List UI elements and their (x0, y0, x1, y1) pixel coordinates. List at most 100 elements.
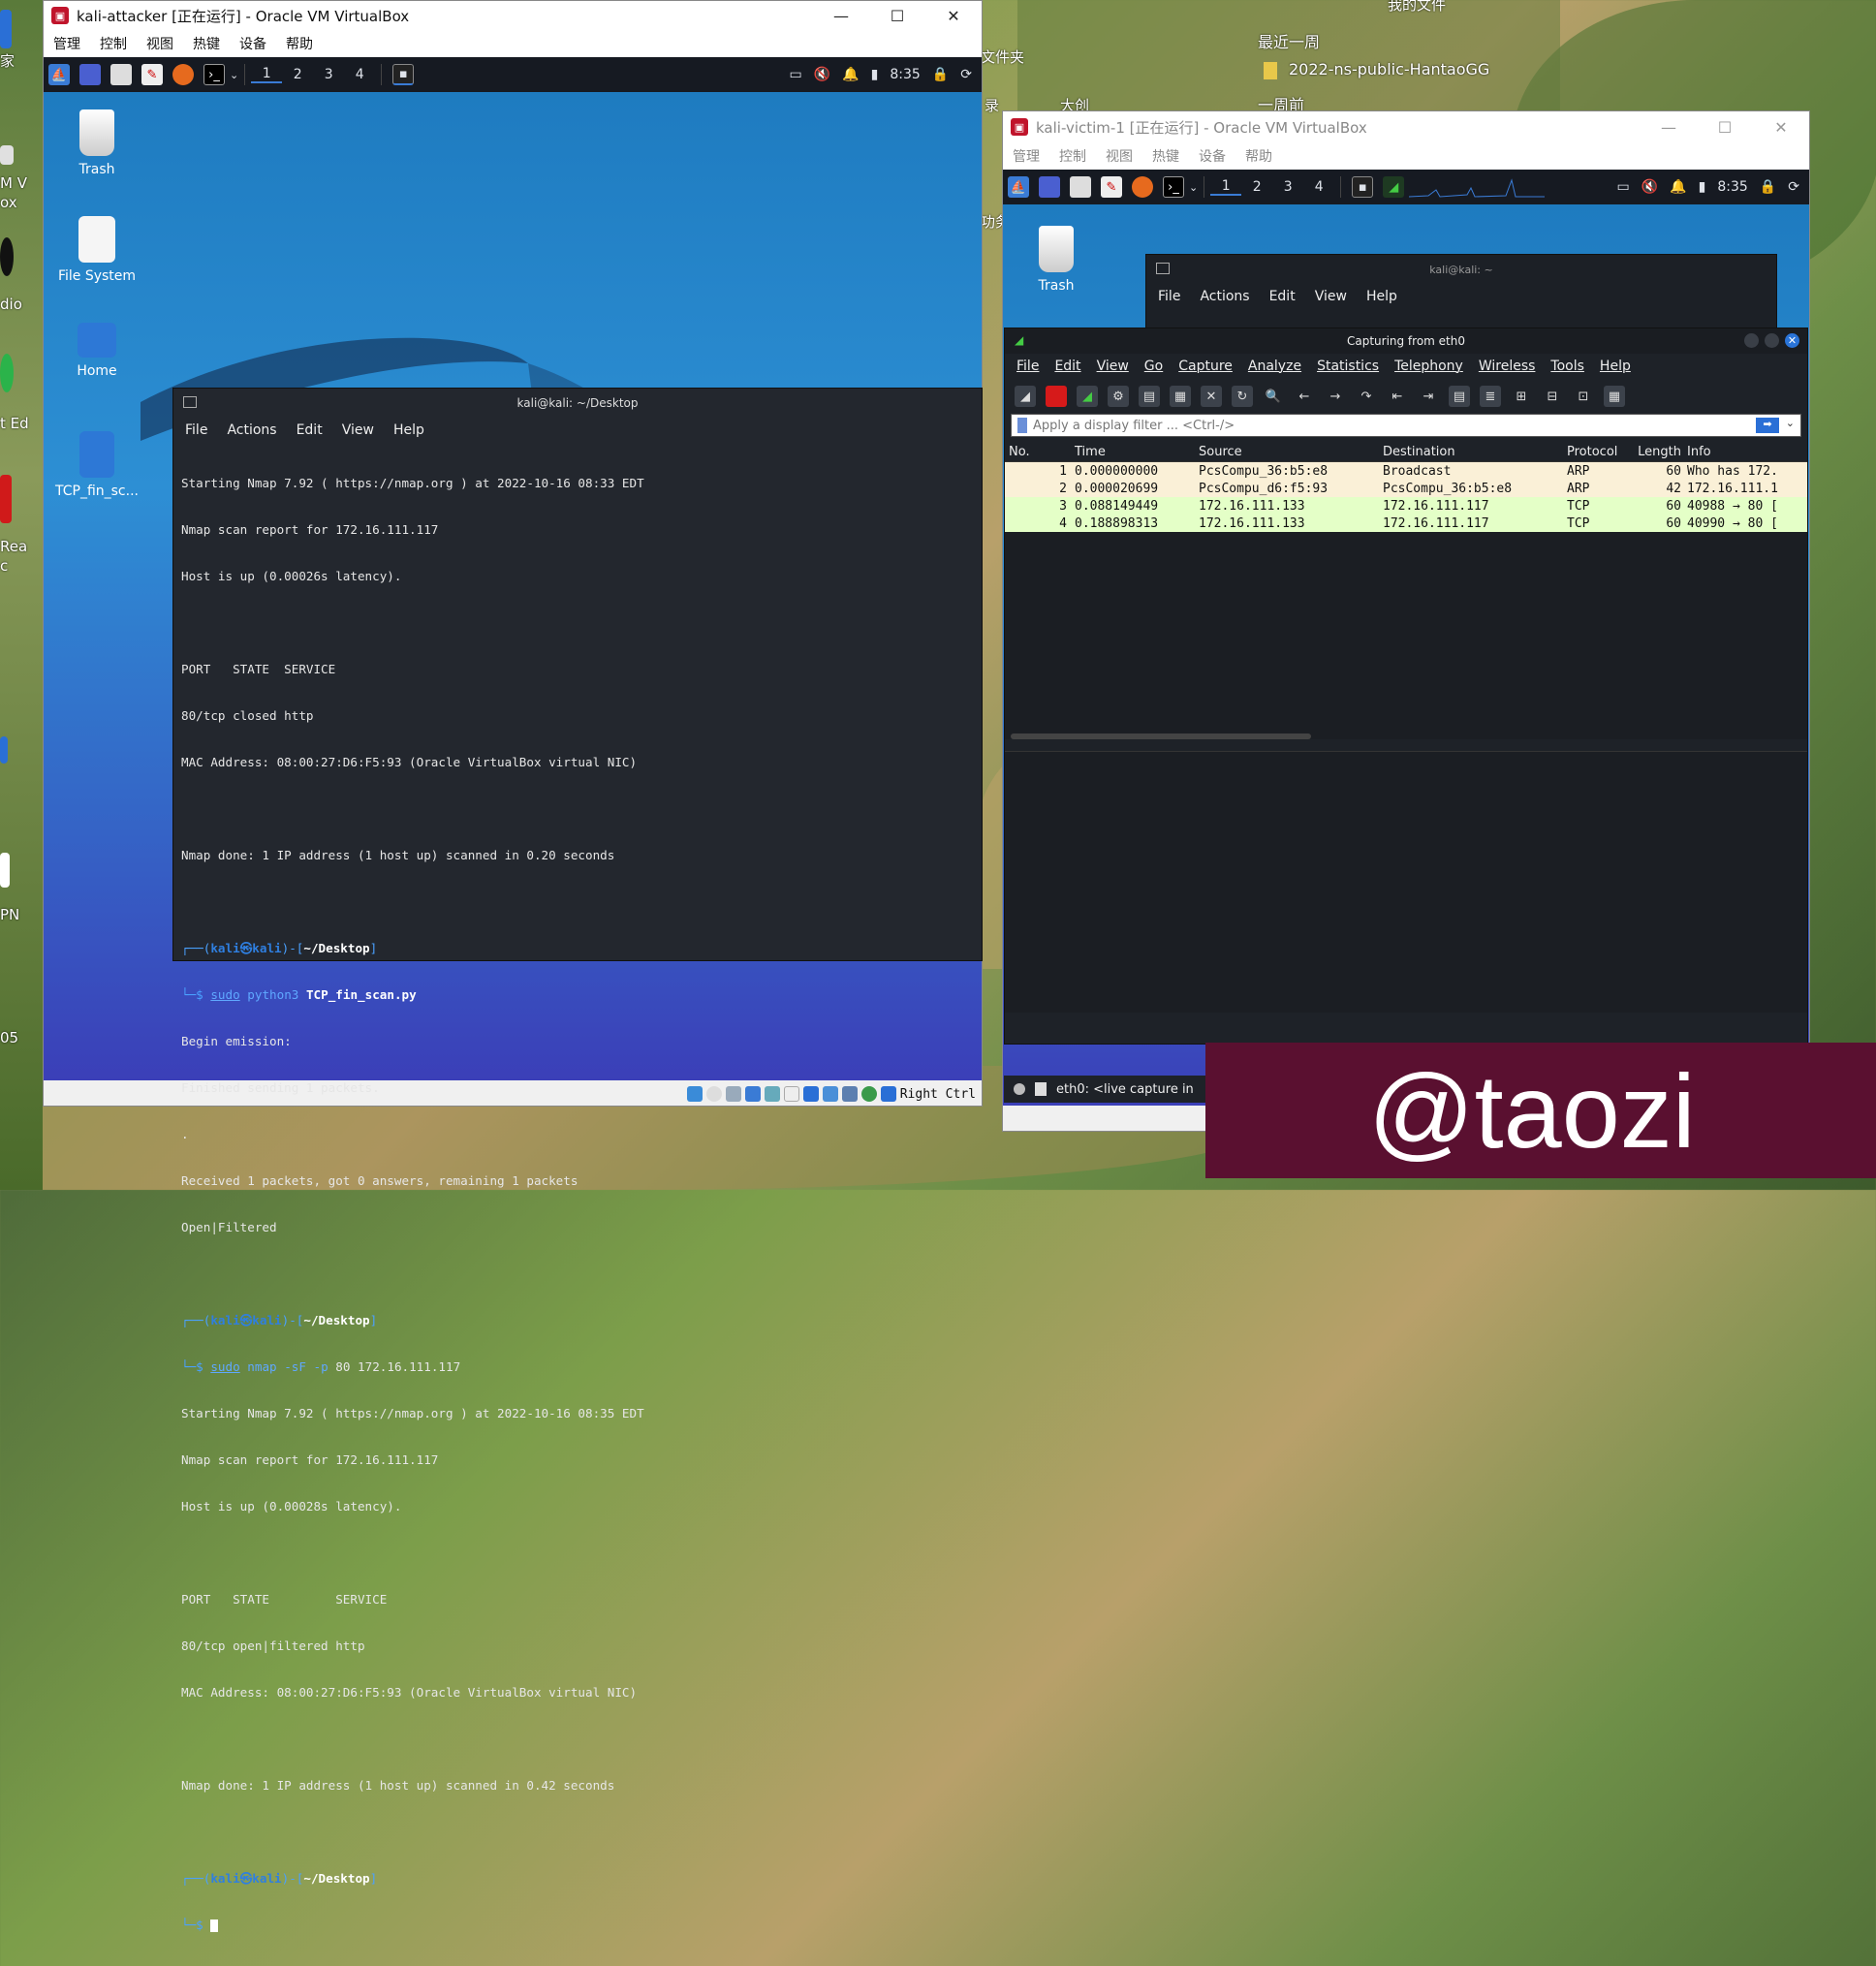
workspace-2[interactable]: 2 (1241, 179, 1272, 195)
packet-row[interactable]: 2 0.000020699 PcsCompu_d6:f5:93 PcsCompu_36… (1005, 480, 1807, 497)
resize-columns-icon[interactable]: ▦ (1604, 386, 1625, 407)
open-file-icon[interactable]: ▤ (1139, 386, 1160, 407)
workspace-3[interactable]: 3 (313, 67, 344, 82)
maximize-button[interactable]: ☐ (869, 7, 925, 25)
packet-list-empty-area[interactable] (1005, 532, 1807, 733)
host-recent-folder[interactable]: 2022-ns-public-HantaoGG (1289, 60, 1489, 78)
last-packet-icon[interactable]: ⇥ (1418, 386, 1439, 407)
packet-details-pane[interactable] (1005, 751, 1807, 1013)
notification-icon[interactable]: 🔔 (842, 67, 859, 82)
column-no[interactable]: No. (1005, 445, 1071, 459)
menu-devices[interactable]: 设备 (239, 34, 266, 53)
capture-comment-icon[interactable] (1035, 1082, 1047, 1096)
notification-icon[interactable]: 🔔 (1670, 179, 1686, 195)
autoscroll-icon[interactable]: ▤ (1449, 386, 1470, 407)
mute-icon[interactable]: 🔇 (1642, 179, 1658, 195)
go-to-packet-icon[interactable]: ↷ (1356, 386, 1377, 407)
command-line[interactable]: └─$ (181, 1918, 974, 1933)
horizontal-scrollbar[interactable] (1011, 733, 1311, 739)
file-manager-icon[interactable] (1070, 176, 1091, 198)
column-length[interactable]: Length (1629, 445, 1681, 459)
packet-row[interactable]: 1 0.000000000 PcsCompu_36:b5:e8 Broadcast AR… (1005, 462, 1807, 480)
first-packet-icon[interactable]: ⇤ (1387, 386, 1408, 407)
capture-options-icon[interactable]: ⚙ (1108, 386, 1129, 407)
lock-icon[interactable]: 🔒 (1760, 179, 1776, 195)
menu-file[interactable]: File (1158, 289, 1180, 304)
menu-control[interactable]: 控制 (1059, 146, 1086, 166)
chevron-down-icon[interactable]: ⌄ (1786, 417, 1795, 429)
menu-edit[interactable]: Edit (1269, 289, 1296, 304)
menu-telephony[interactable]: Telephony (1394, 359, 1463, 374)
terminal-icon[interactable]: ›_ (1163, 176, 1184, 198)
taskbar-wireshark-icon[interactable]: ◢ (1383, 176, 1405, 198)
desktop-trash[interactable]: Trash (44, 109, 150, 177)
text-editor-icon[interactable]: ✎ (141, 64, 163, 85)
menu-tools[interactable]: Tools (1550, 359, 1584, 374)
display-filter-bar[interactable]: Apply a display filter ... <Ctrl-/> ➡ ⌄ … (1011, 414, 1807, 437)
menu-capture[interactable]: Capture (1178, 359, 1233, 374)
packet-row[interactable]: 3 0.088149449 172.16.111.133 172.16.111.117… (1005, 497, 1807, 515)
reload-icon[interactable]: ↻ (1232, 386, 1253, 407)
menu-view[interactable]: View (1315, 289, 1347, 304)
start-capture-icon[interactable]: ◢ (1015, 386, 1036, 407)
menu-hotkey[interactable]: 热键 (1152, 146, 1179, 166)
host-app-icon[interactable] (0, 736, 8, 764)
workspace-2[interactable]: 2 (282, 67, 313, 82)
clock[interactable]: 8:35 (1717, 179, 1747, 195)
menu-view[interactable]: 视图 (146, 34, 173, 53)
chevron-down-icon[interactable]: ⌄ (230, 69, 238, 81)
menu-hotkey[interactable]: 热键 (193, 34, 220, 53)
host-app-icon[interactable] (0, 853, 10, 888)
column-protocol[interactable]: Protocol (1561, 445, 1629, 459)
desktop-python-script[interactable]: TCP_fin_sc... (44, 431, 150, 499)
host-my-files[interactable]: 我的文件 (1388, 0, 1446, 15)
column-time[interactable]: Time (1071, 445, 1193, 459)
host-app-icon[interactable] (0, 145, 14, 165)
host-app-icon[interactable] (0, 10, 12, 48)
terminal-output[interactable]: Starting Nmap 7.92 ( https://nmap.org ) … (173, 443, 982, 1966)
go-forward-icon[interactable]: → (1325, 386, 1346, 407)
menu-devices[interactable]: 设备 (1199, 146, 1226, 166)
menu-view[interactable]: View (1097, 359, 1129, 374)
menu-file[interactable]: File (1016, 359, 1039, 374)
menu-edit[interactable]: Edit (1054, 359, 1080, 374)
text-editor-icon[interactable]: ✎ (1101, 176, 1122, 198)
show-desktop-icon[interactable] (1039, 176, 1060, 198)
kali-menu-icon[interactable]: ⛵ (1008, 176, 1029, 198)
colorize-icon[interactable]: ≣ (1480, 386, 1501, 407)
workspace-1[interactable]: 1 (1210, 178, 1242, 196)
menu-actions[interactable]: Actions (227, 422, 276, 438)
menu-analyze[interactable]: Analyze (1248, 359, 1301, 374)
bookmark-icon[interactable] (1017, 418, 1027, 433)
logout-icon[interactable]: ⟳ (1788, 179, 1799, 195)
minimize-button[interactable]: — (1641, 118, 1697, 137)
menu-help[interactable]: 帮助 (1245, 146, 1272, 166)
close-button[interactable]: ✕ (1785, 333, 1799, 348)
menu-go[interactable]: Go (1144, 359, 1163, 374)
menu-help[interactable]: Help (1600, 359, 1631, 374)
minimize-button[interactable]: — (813, 7, 869, 25)
taskbar-terminal-icon[interactable]: ▪ (392, 64, 415, 85)
battery-icon[interactable]: ▮ (1699, 179, 1706, 195)
host-app-icon[interactable] (0, 475, 12, 523)
menu-statistics[interactable]: Statistics (1317, 359, 1379, 374)
expert-info-icon[interactable] (1014, 1083, 1025, 1095)
firefox-icon[interactable] (172, 64, 194, 85)
display-icon[interactable]: ▭ (1617, 179, 1630, 195)
save-file-icon[interactable]: ▦ (1170, 386, 1191, 407)
maximize-button[interactable] (1765, 333, 1779, 348)
logout-icon[interactable]: ⟳ (960, 67, 972, 82)
zoom-out-icon[interactable]: ⊟ (1542, 386, 1563, 407)
host-app-icon[interactable] (0, 237, 14, 276)
menu-wireless[interactable]: Wireless (1479, 359, 1536, 374)
menu-view[interactable]: View (342, 422, 374, 438)
restart-capture-icon[interactable]: ◢ (1077, 386, 1098, 407)
lock-icon[interactable]: 🔒 (932, 67, 949, 82)
close-button[interactable]: ✕ (925, 7, 982, 25)
menu-view[interactable]: 视图 (1106, 146, 1133, 166)
taskbar-terminal-icon[interactable]: ▪ (1352, 176, 1374, 198)
firefox-icon[interactable] (1132, 176, 1153, 198)
menu-edit[interactable]: Edit (297, 422, 323, 438)
chevron-down-icon[interactable]: ⌄ (1189, 181, 1198, 194)
desktop-trash[interactable]: Trash (1003, 226, 1110, 294)
